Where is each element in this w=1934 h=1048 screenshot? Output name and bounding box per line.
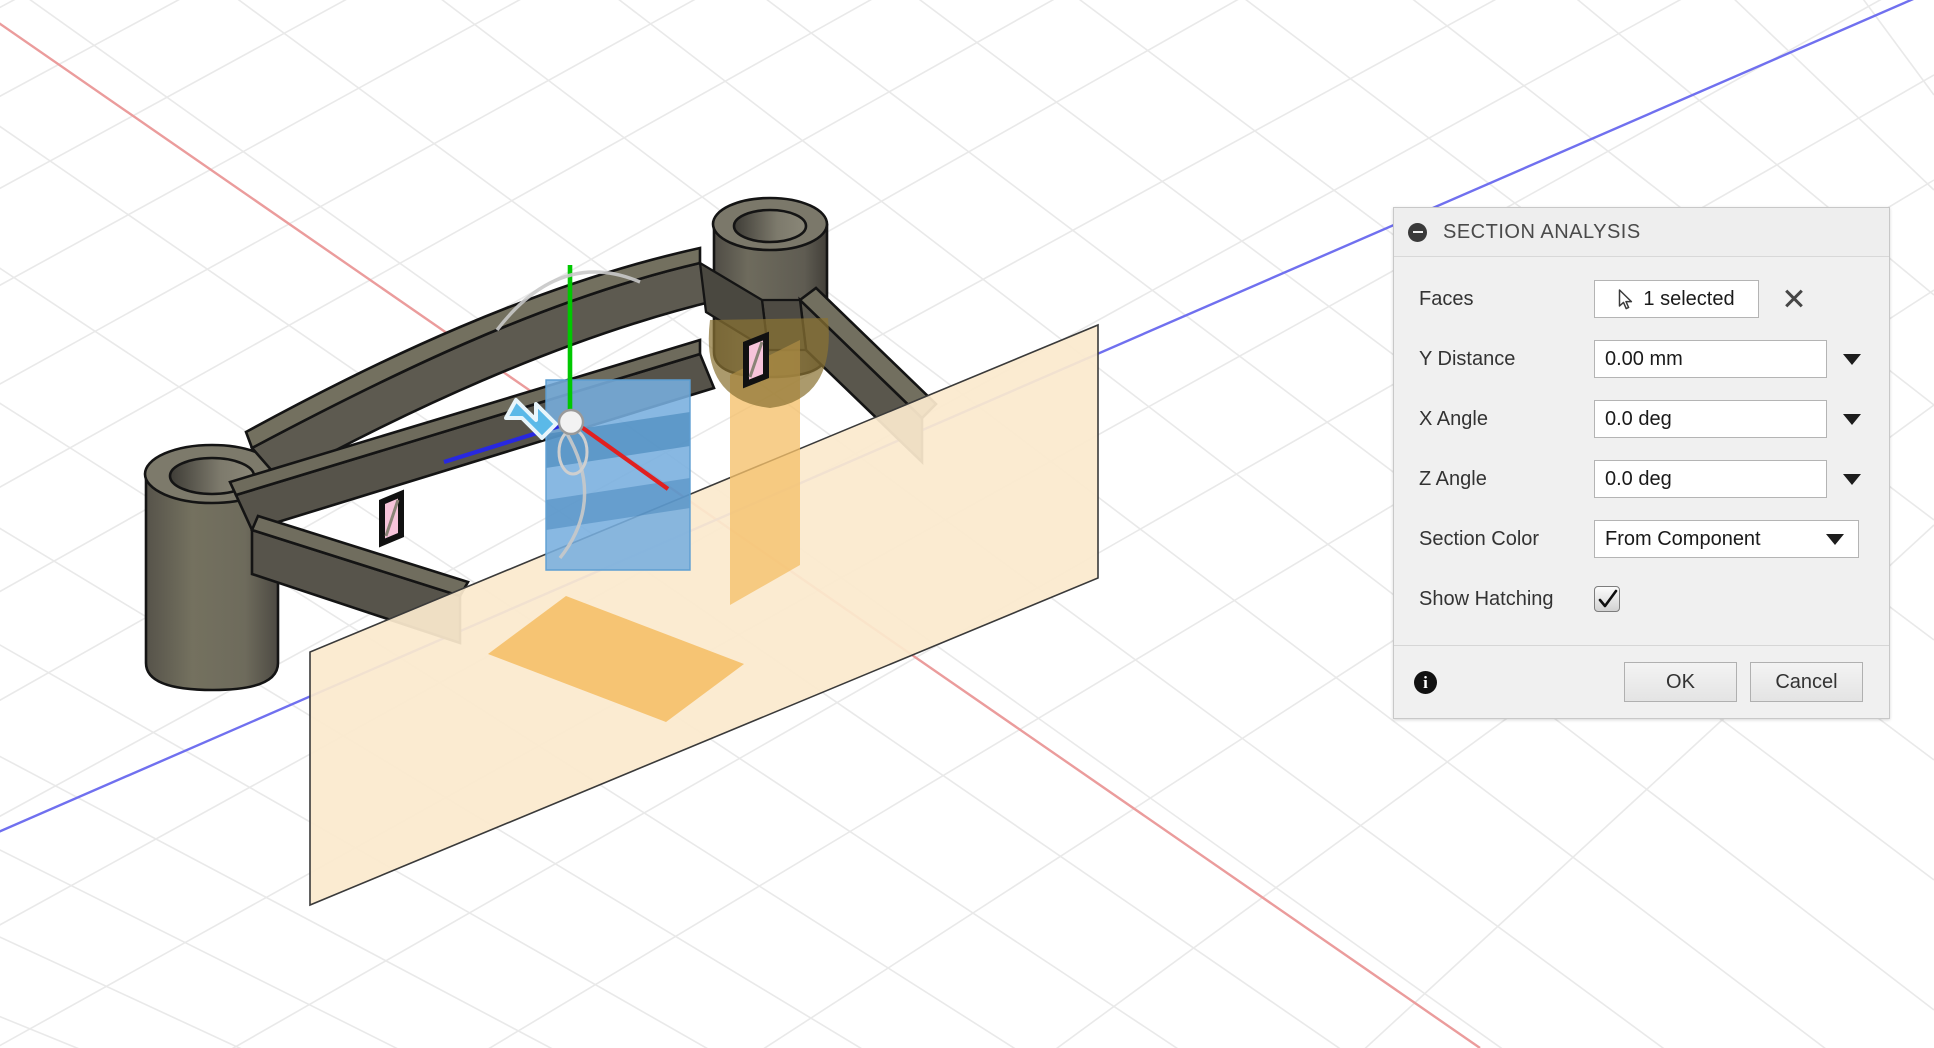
row-x-angle: X Angle 0.0 deg bbox=[1394, 389, 1889, 449]
cancel-button[interactable]: Cancel bbox=[1750, 662, 1863, 702]
vertical-section-plane[interactable] bbox=[545, 379, 691, 571]
section-analysis-panel[interactable]: SECTION ANALYSIS Faces 1 selected Y Dist… bbox=[1393, 207, 1890, 719]
section-color-label: Section Color bbox=[1419, 527, 1540, 550]
row-show-hatching: Show Hatching bbox=[1394, 569, 1889, 629]
y-distance-label: Y Distance bbox=[1419, 347, 1516, 370]
faces-selection-value: 1 selected bbox=[1643, 287, 1735, 310]
x-angle-label: X Angle bbox=[1419, 407, 1488, 430]
chevron-down-icon[interactable] bbox=[1843, 353, 1861, 365]
ok-button[interactable]: OK bbox=[1624, 662, 1737, 702]
row-z-angle: Z Angle 0.0 deg bbox=[1394, 449, 1889, 509]
show-hatching-checkbox[interactable] bbox=[1594, 586, 1620, 612]
z-angle-input[interactable]: 0.0 deg bbox=[1594, 460, 1827, 498]
y-distance-value: 0.00 mm bbox=[1605, 347, 1683, 370]
z-angle-label: Z Angle bbox=[1419, 467, 1487, 490]
minus-circle-icon[interactable] bbox=[1408, 222, 1427, 242]
cut-face-left bbox=[379, 489, 404, 548]
origin-point[interactable] bbox=[557, 408, 585, 436]
show-hatching-label: Show Hatching bbox=[1419, 587, 1554, 610]
chevron-down-icon bbox=[1826, 533, 1844, 545]
x-angle-value: 0.0 deg bbox=[1605, 407, 1672, 430]
info-icon[interactable]: i bbox=[1414, 670, 1437, 694]
horizontal-section-plane[interactable] bbox=[309, 323, 1099, 907]
faces-label: Faces bbox=[1419, 287, 1474, 310]
x-angle-input[interactable]: 0.0 deg bbox=[1594, 400, 1827, 438]
chevron-down-icon[interactable] bbox=[1843, 413, 1861, 425]
panel-body: Faces 1 selected Y Distance 0.00 mm X An… bbox=[1394, 257, 1889, 646]
row-faces: Faces 1 selected bbox=[1394, 269, 1889, 329]
panel-footer: i OK Cancel bbox=[1394, 646, 1889, 718]
faces-selection-field[interactable]: 1 selected bbox=[1594, 280, 1759, 318]
panel-title: SECTION ANALYSIS bbox=[1443, 220, 1641, 243]
row-y-distance: Y Distance 0.00 mm bbox=[1394, 329, 1889, 389]
close-icon[interactable] bbox=[1781, 286, 1807, 312]
section-color-value: From Component bbox=[1605, 527, 1761, 550]
chevron-down-icon[interactable] bbox=[1843, 473, 1861, 485]
section-color-dropdown[interactable]: From Component bbox=[1594, 520, 1859, 558]
row-section-color: Section Color From Component bbox=[1394, 509, 1889, 569]
cut-face-right bbox=[743, 331, 769, 389]
z-angle-value: 0.0 deg bbox=[1605, 467, 1672, 490]
cursor-arrow-icon bbox=[1619, 288, 1633, 309]
check-icon bbox=[1598, 589, 1618, 608]
panel-header[interactable]: SECTION ANALYSIS bbox=[1394, 208, 1889, 257]
y-distance-input[interactable]: 0.00 mm bbox=[1594, 340, 1827, 378]
